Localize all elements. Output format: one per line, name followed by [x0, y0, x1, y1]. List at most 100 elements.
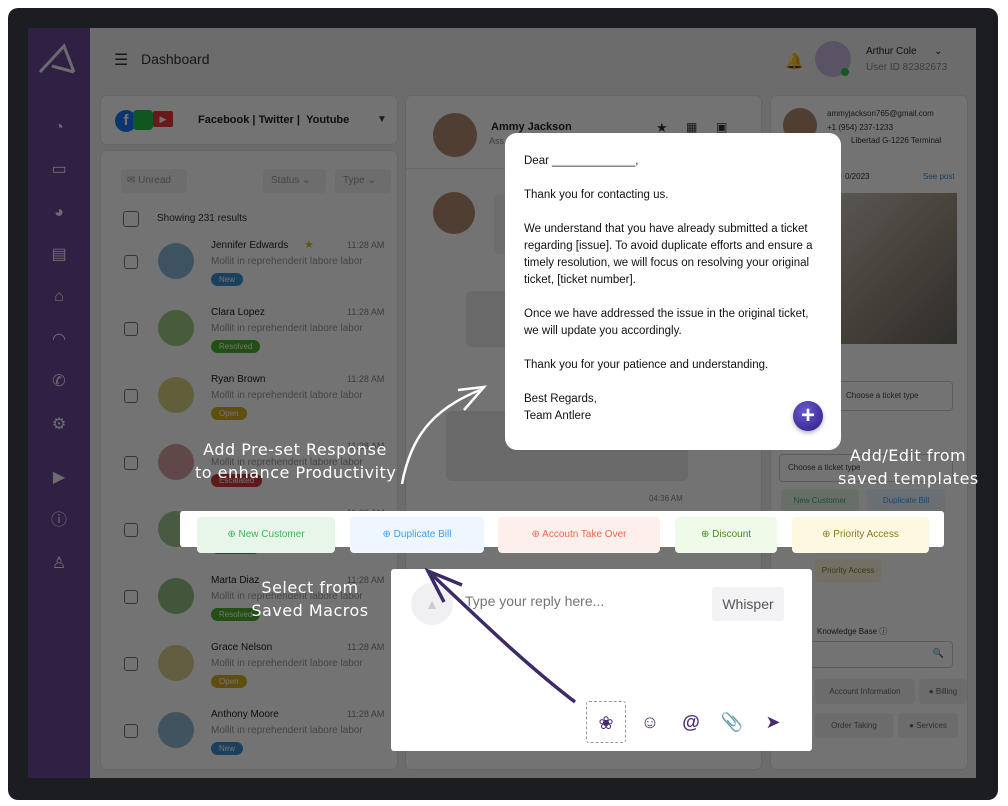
letter-line: We understand that you have already subm… — [524, 223, 813, 286]
macro-button[interactable]: ⊕ New Customer — [197, 517, 335, 553]
channel-youtube[interactable]: Youtube — [306, 114, 349, 126]
letter-line: Dear _____________, — [524, 155, 639, 167]
phone-icon[interactable]: ✆ — [47, 370, 71, 394]
avatar — [158, 645, 194, 681]
status-badge: New — [211, 273, 244, 286]
select-all-checkbox[interactable] — [123, 211, 139, 227]
youtube-icon: ▶ — [153, 111, 173, 127]
macro-icon[interactable]: ❀ — [586, 701, 626, 743]
message-time: 11:28 AM — [347, 441, 385, 451]
message-time: 11:28 AM — [347, 575, 385, 585]
message-time: 11:28 AM — [347, 374, 385, 384]
row-checkbox[interactable] — [124, 322, 138, 336]
caret-down-icon[interactable]: ▼ — [377, 114, 387, 125]
status-badge: Open — [211, 407, 247, 420]
letter-sign: Team Antlere — [524, 410, 592, 422]
bell-icon[interactable]: 🔔 — [785, 52, 804, 70]
contact-name: Anthony Moore — [211, 709, 279, 720]
macro-button[interactable]: ⊕ Discount — [675, 517, 777, 553]
sidebar: ◔ ▭ ◕ ▤ ⌂ ◠ ✆ ⚙ ▶ ⓘ ♙ — [28, 28, 90, 778]
list-item[interactable]: Grace Nelson 11:28 AM Mollit in reprehen… — [101, 637, 397, 697]
ticket-icon[interactable]: ▭ — [47, 158, 71, 182]
list-item[interactable]: Marta Diaz 11:28 AM Mollit in reprehende… — [101, 570, 397, 630]
channel-facebook[interactable]: Facebook — [198, 114, 249, 126]
kb-chip[interactable]: ● Services — [898, 713, 958, 738]
message-preview: Mollit in reprehenderit labore labor — [211, 390, 363, 401]
channel-selector[interactable]: f ▶ Facebook | Twitter | Youtube ▼ — [100, 95, 398, 145]
add-template-button[interactable]: + — [793, 401, 823, 431]
whisper-button[interactable]: Whisper — [712, 587, 784, 621]
message-time: 04:36 AM — [649, 494, 683, 503]
avatar — [158, 578, 194, 614]
message-time: 11:28 AM — [347, 642, 385, 652]
row-checkbox[interactable] — [124, 590, 138, 604]
emoji-icon[interactable]: ☺ — [634, 706, 666, 738]
channel-twitter[interactable]: Twitter — [259, 114, 294, 126]
contact-name: Jennifer Edwards — [211, 240, 289, 251]
user-name: Arthur Cole — [866, 46, 917, 57]
letter-line: Once we have addressed the issue in the … — [524, 308, 809, 337]
online-status-dot — [841, 68, 849, 76]
menu-icon[interactable]: ☰ — [114, 50, 128, 70]
gauge-icon[interactable]: ◠ — [47, 328, 71, 352]
contact-name: Marta Diaz — [211, 575, 260, 586]
separator: | — [252, 114, 256, 126]
contact-avatar — [433, 113, 477, 157]
see-post-link[interactable]: See post — [923, 172, 955, 181]
list-item[interactable]: Anthony Moore 11:28 AM Mollit in reprehe… — [101, 704, 397, 764]
inbox-icon[interactable]: ⌂ — [47, 285, 71, 309]
message-preview: Mollit in reprehenderit labore labor — [211, 591, 363, 602]
reply-input[interactable] — [465, 593, 695, 609]
list-item[interactable]: Jennifer Edwards ★ 11:28 AM Mollit in re… — [101, 235, 397, 295]
row-checkbox[interactable] — [124, 456, 138, 470]
row-checkbox[interactable] — [124, 389, 138, 403]
macro-button[interactable]: ⊕ Accoutn Take Over — [498, 517, 660, 553]
send-icon[interactable]: ➤ — [757, 706, 789, 738]
letter-line: Thank you for contacting us. — [524, 189, 669, 201]
list-item[interactable]: Ryan Brown 11:28 AM Mollit in reprehende… — [101, 369, 397, 429]
pie-chart-icon[interactable]: ◕ — [47, 201, 71, 225]
kb-chip[interactable]: ● Billing — [919, 679, 967, 704]
kb-chip[interactable]: Order Taking — [815, 713, 893, 738]
avatar — [158, 444, 194, 480]
board-icon[interactable]: ▤ — [47, 243, 71, 267]
chevron-down-icon[interactable]: ⌄ — [934, 46, 942, 57]
star-icon[interactable]: ★ — [304, 238, 314, 251]
avatar — [158, 310, 194, 346]
contact-name: Grace Nelson — [211, 642, 273, 653]
unread-filter[interactable]: ✉ Unread — [121, 169, 187, 193]
dashboard-icon[interactable]: ◔ — [47, 116, 71, 140]
status-filter[interactable]: Status ⌄ — [263, 169, 326, 193]
calendar-icon[interactable]: ▦ — [686, 120, 697, 134]
list-item[interactable]: 11:28 AM Mollit in reprehenderit labore … — [101, 436, 397, 496]
message-avatar — [433, 192, 475, 234]
macro-button[interactable]: ⊕ Duplicate Bill — [350, 517, 484, 553]
type-filter[interactable]: Type ⌄ — [335, 169, 391, 193]
row-checkbox[interactable] — [124, 657, 138, 671]
message-preview: Mollit in reprehenderit labore labor — [211, 658, 363, 669]
ticket-type-select[interactable]: Choose a ticket type — [779, 454, 953, 482]
contact-name: Ammy Jackson — [491, 121, 572, 133]
macro-button[interactable]: ⊕ Priority Access — [792, 517, 929, 553]
kb-chip[interactable]: Account Information — [815, 679, 915, 704]
list-item[interactable]: Clara Lopez 11:28 AM Mollit in reprehend… — [101, 302, 397, 362]
document-icon[interactable]: ▣ — [716, 120, 727, 134]
user-icon[interactable]: ♙ — [47, 552, 71, 576]
status-badge: Escalated — [211, 474, 263, 487]
row-checkbox[interactable] — [124, 255, 138, 269]
mention-icon[interactable]: @ — [675, 706, 707, 738]
video-icon[interactable]: ▶ — [47, 466, 71, 490]
letter-line: Thank you for your patience and understa… — [524, 359, 769, 371]
tag-duplicate-bill[interactable]: Duplicate Bill — [867, 489, 945, 513]
tag-new-customer[interactable]: New Customer — [781, 489, 859, 513]
row-checkbox[interactable] — [124, 523, 138, 537]
attachment-icon[interactable]: 📎 — [716, 706, 748, 738]
contact-address: Libertad G-1226 Terminal — [851, 136, 942, 145]
info-icon[interactable]: ⓘ — [47, 509, 71, 533]
conversation-list: ✉ Unread Status ⌄ Type ⌄ Showing 231 res… — [100, 150, 398, 770]
plus-circle-icon: ⊕ — [531, 529, 540, 540]
gear-icon[interactable]: ⚙ — [47, 413, 71, 437]
row-checkbox[interactable] — [124, 724, 138, 738]
user-id: User ID 82382673 — [866, 62, 948, 73]
tag-priority-access[interactable]: Priority Access — [815, 559, 881, 583]
